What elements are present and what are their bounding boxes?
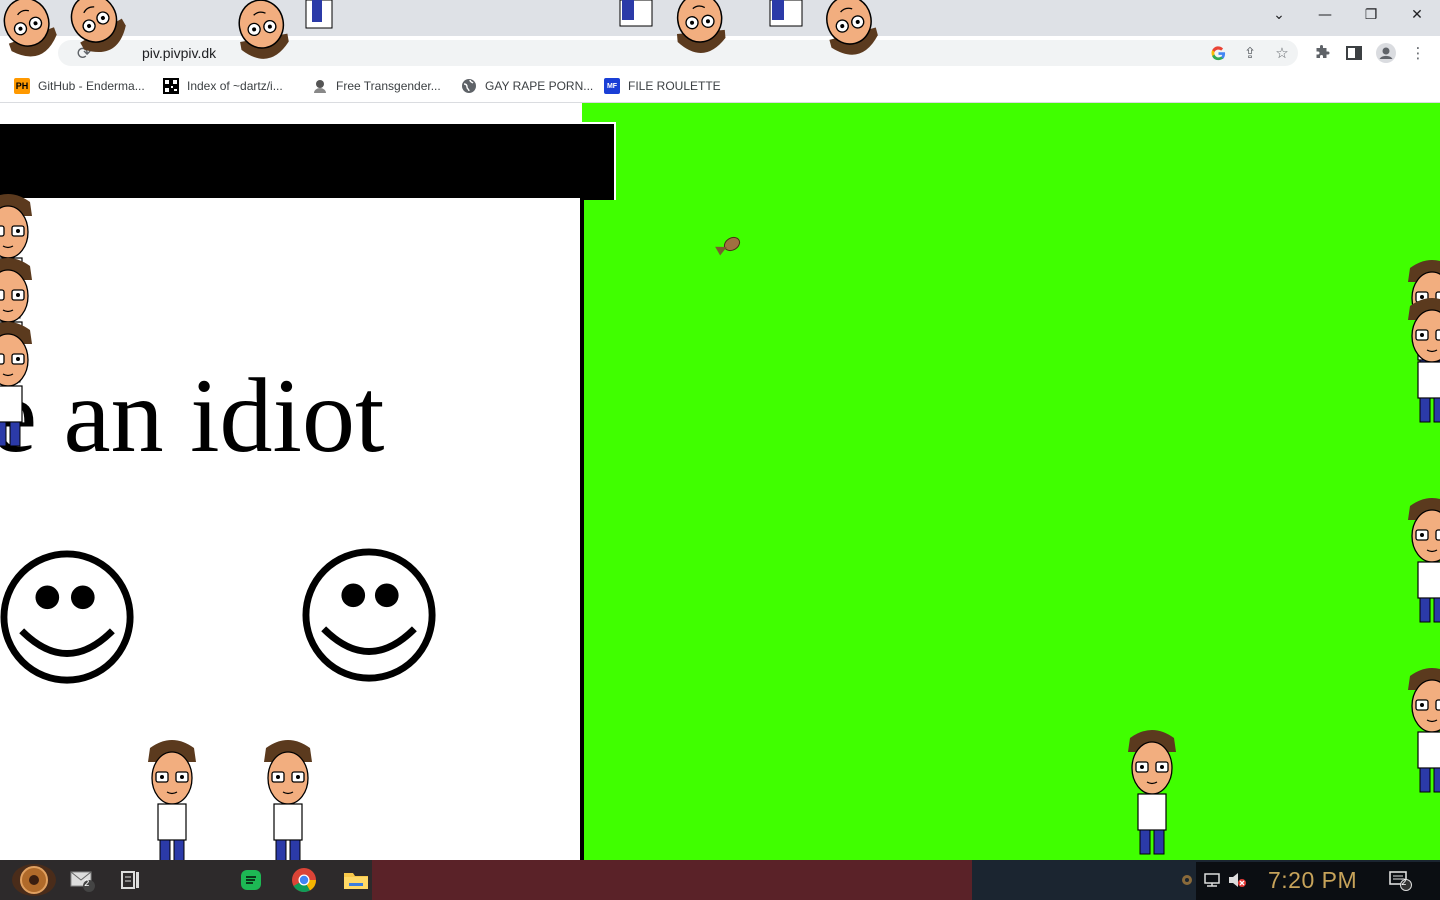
bookmark-item[interactable]: PH GitHub - Enderma... [14,76,145,96]
steampunk-start-icon [12,864,56,896]
pornhub-icon: PH [14,78,30,94]
bookmark-item[interactable]: MF FILE ROULETTE [604,76,721,96]
gear-icon [1182,875,1192,885]
folder-icon [344,873,368,889]
bust-icon [312,78,328,94]
start-button[interactable] [8,862,60,898]
taskbar-task-view[interactable] [117,866,145,894]
taskbar-clock[interactable]: 7:20 PM [1268,867,1357,894]
tray-overflow-icon[interactable] [1178,866,1196,894]
taskbar-middle-section [372,860,972,900]
taskbar-mail-app[interactable]: 2 [68,866,96,894]
taskbar-spotify-app[interactable] [237,866,265,894]
notification-icon [1389,871,1412,891]
network-icon [1204,873,1220,887]
network-icon[interactable] [1202,866,1224,894]
taskbar-file-explorer[interactable] [342,866,370,894]
notification-badge: 2 [1401,878,1407,888]
qr-icon [163,78,179,94]
green-popup-window [582,103,1440,860]
smiley-face-icon [0,550,134,684]
globe-icon [461,78,477,94]
virus-sprites-overlay [0,0,882,62]
bookmark-label: GitHub - Enderma... [38,79,145,93]
bookmark-label: Free Transgender... [336,79,441,93]
idiot-popup-window [0,198,584,860]
bookmark-item[interactable]: Index of ~dartz/i... [163,76,283,96]
popup-window-titlebar[interactable] [0,122,616,200]
taskbar-chrome-app[interactable] [290,866,318,894]
mail-icon [70,871,95,892]
mediafire-icon: MF [604,78,620,94]
bookmark-label: FILE ROULETTE [628,79,721,93]
smiley-face-icon [302,548,436,682]
bookmark-label: Index of ~dartz/i... [187,79,283,93]
task-view-icon [121,871,139,889]
notification-center-button[interactable]: 2 [1386,866,1414,894]
speaker-muted-icon [1229,873,1246,887]
mail-badge: 2 [84,879,90,889]
spotify-icon [241,870,261,890]
bookmark-item[interactable]: GAY RAPE PORN... [461,76,593,96]
volume-muted-button[interactable] [1226,866,1248,894]
chrome-icon [292,868,316,893]
bookmark-label: GAY RAPE PORN... [485,79,594,93]
idiot-message: e an idiot [0,357,385,474]
bookmark-item[interactable]: Free Transgender... [312,76,441,96]
